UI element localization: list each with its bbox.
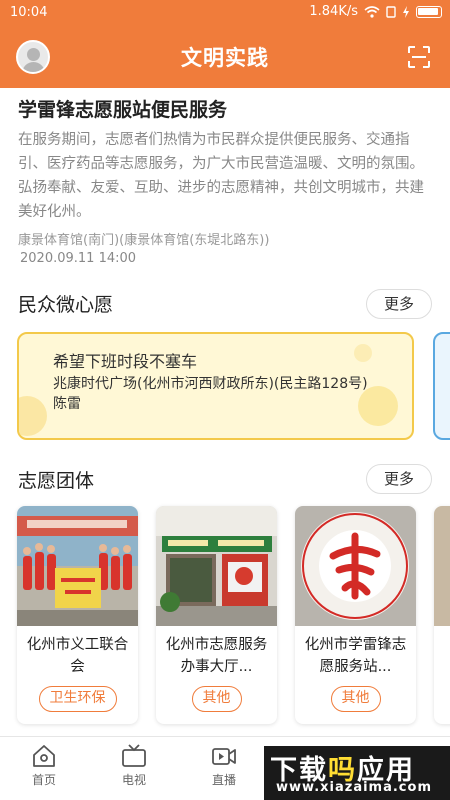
group-tag[interactable]: 其他	[191, 686, 242, 712]
wish-decoration	[354, 344, 372, 362]
service-hall-photo	[156, 506, 277, 626]
nav-label: 首页	[31, 773, 56, 787]
wifi-icon	[364, 5, 380, 18]
page-title: 文明实践	[181, 46, 269, 70]
group-name: 化州市义工联合会	[26, 637, 129, 675]
charging-icon	[403, 5, 409, 18]
news-item[interactable]: 学雷锋志愿服站便民服务 在服务期间，志愿者们热情为市民群众提供便民服务、交通指引…	[18, 96, 434, 266]
app-screen: 10:04 1.84K/s 文明实践 学雷锋志愿服站便民服务 在服务期间，志愿者…	[0, 0, 450, 800]
network-speed: 1.84K/s	[309, 4, 358, 19]
group-card[interactable]: 化州市义工联合会 卫生环保	[17, 506, 138, 724]
status-bar: 10:04 1.84K/s	[0, 0, 450, 26]
battery-icon	[416, 5, 442, 18]
tv-icon	[122, 744, 146, 767]
group-tag[interactable]: 卫生环保	[38, 686, 117, 712]
wish-card-next[interactable]	[433, 332, 450, 440]
watermark: 下载吗应用 www.xiazaima.com	[264, 746, 450, 800]
group-tag[interactable]: 其他	[330, 686, 381, 712]
watermark-url: www.xiazaima.com	[276, 780, 432, 795]
group-name: 化州市学雷锋志愿服务站...	[304, 637, 407, 675]
status-time: 10:04	[10, 5, 48, 20]
news-location: 康景体育馆(南门)(康景体育馆(东堤北路东))	[18, 233, 270, 248]
nav-live[interactable]: 直播	[194, 743, 254, 788]
wishes-more-button[interactable]: 更多	[366, 289, 432, 319]
group-card[interactable]: 化州市学雷锋志愿服务站... 其他	[295, 506, 416, 724]
group-card-list[interactable]: 化州市义工联合会 卫生环保 化州市志愿服务办事大厅... 其他 化州市学雷锋志愿…	[17, 506, 450, 726]
federation-logo	[295, 506, 416, 626]
live-icon	[212, 748, 236, 765]
wish-info: 兆康时代广场(化州市河西财政所东)(民主路128号) 陈雷	[53, 376, 368, 412]
header: 文明实践	[0, 36, 450, 84]
news-body: 在服务期间，志愿者们热情为市民群众提供便民服务、交通指引、医疗药品等志愿服务，为…	[18, 132, 424, 220]
news-date: 2020.09.11 14:00	[20, 251, 137, 266]
scan-icon[interactable]	[408, 46, 430, 68]
nav-home[interactable]: 首页	[14, 743, 74, 788]
news-title: 学雷锋志愿服站便民服务	[18, 99, 228, 121]
group-photo	[17, 506, 138, 626]
nav-label: 电视	[121, 773, 146, 787]
wish-decoration	[19, 396, 47, 436]
group-name: 化州市志愿服务办事大厅...	[165, 637, 268, 675]
main-content[interactable]: 学雷锋志愿服站便民服务 在服务期间，志愿者们热情为市民群众提供便民服务、交通指引…	[0, 88, 450, 736]
wish-card[interactable]: 希望下班时段不塞车 兆康时代广场(化州市河西财政所东)(民主路128号) 陈雷	[17, 332, 414, 440]
top-bar: 10:04 1.84K/s 文明实践	[0, 0, 450, 88]
groups-more-button[interactable]: 更多	[366, 464, 432, 494]
status-right: 1.84K/s	[309, 4, 442, 19]
wish-title: 希望下班时段不塞车	[53, 352, 198, 371]
nav-tv[interactable]: 电视	[104, 743, 164, 788]
group-card[interactable]: 化州市志愿服务办事大厅... 其他	[156, 506, 277, 724]
group-photo	[434, 506, 450, 626]
sim-icon	[386, 5, 396, 18]
group-card-next[interactable]	[434, 506, 450, 724]
wishes-section-title: 民众微心愿	[18, 294, 114, 316]
groups-section-title: 志愿团体	[18, 470, 95, 492]
nav-label: 直播	[211, 773, 236, 787]
home-icon	[33, 745, 55, 767]
